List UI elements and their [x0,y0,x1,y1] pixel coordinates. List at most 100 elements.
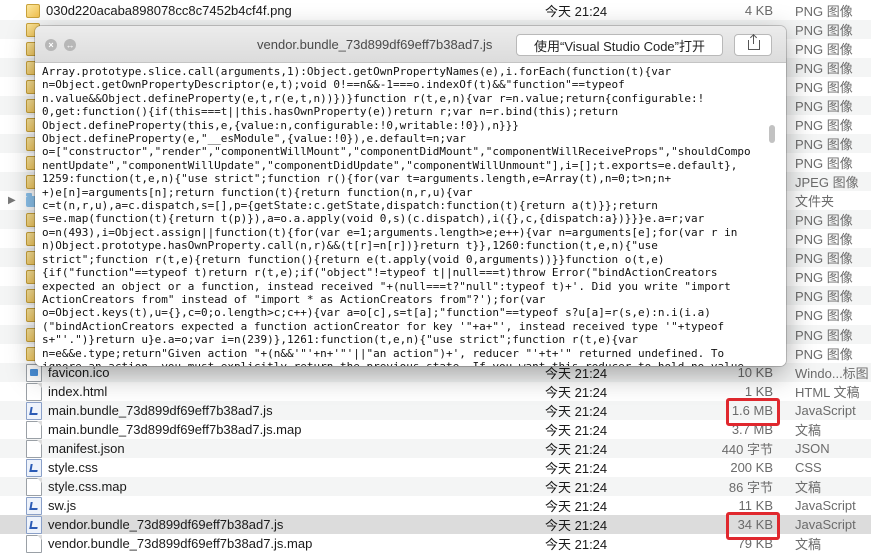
file-kind: PNG 图像 [795,23,853,38]
file-name-cell: style.css [26,458,526,477]
code-line: o=["constructor","render","componentWill… [42,145,751,159]
file-kind: HTML 文稿 [795,385,860,400]
document-file-icon [26,477,42,496]
file-name: manifest.json [48,441,125,456]
file-name: sw.js [48,498,77,513]
close-button[interactable]: × [45,39,57,51]
file-kind: PNG 图像 [795,328,853,343]
close-icon: × [48,40,54,50]
code-line: nentUpdate","componentWillUpdate","compo… [42,158,738,172]
file-kind: PNG 图像 [795,4,853,19]
file-name-cell: index.html [26,382,526,401]
file-name-cell: sw.js [26,496,526,515]
code-line: 0,get:function(){if(this===t||this.hasOw… [42,105,619,119]
file-size: 4 KB [744,3,773,18]
file-kind: PNG 图像 [795,42,853,57]
file-name: style.css.map [48,479,127,494]
expand-icon: ↔ [65,40,75,50]
file-kind: PNG 图像 [795,99,853,114]
code-line: Object.defineProperty(e,"__esModule",{va… [42,132,466,146]
code-line: expected an object or a function, instea… [42,279,731,293]
code-line: strict";function r(t,e){return function(… [42,252,665,266]
file-kind: 文稿 [795,480,822,495]
file-kind: PNG 图像 [795,61,853,76]
file-name: index.html [48,384,108,399]
file-date: 今天 21:24 [545,461,608,476]
file-kind: 文件夹 [795,194,835,209]
size-highlight-main-bundle [726,398,780,426]
code-line: +)e[n]=arguments[n];return function(t){r… [42,185,473,199]
file-date: 今天 21:24 [545,4,608,19]
code-line: Object.defineProperty(this,e,{value:n,co… [42,118,519,132]
file-kind: PNG 图像 [795,213,853,228]
file-name: main.bundle_73d899df69eff7b38ad7.js.map [48,422,302,437]
javascript-file-icon [26,458,42,477]
file-kind: JavaScript [795,517,856,532]
share-button[interactable] [734,34,772,56]
file-name-cell: main.bundle_73d899df69eff7b38ad7.js [26,401,526,420]
code-line: n)Object.prototype.hasOwnProperty.call(n… [42,239,658,253]
code-line: s+"'.")}return u}e.a=o;var i=n(239)},126… [42,333,639,347]
file-kind: PNG 图像 [795,80,853,95]
code-line: n=e&&e.type;return"Given action "+(n&&'"… [42,346,725,360]
document-file-icon [26,534,42,553]
file-row[interactable]: style.css 今天 21:24 200 KB CSS [0,458,871,477]
file-kind: Windo...标图像 [795,366,869,381]
code-line: s=e.map(function(t){return t(p)}),a=o.a.… [42,212,705,226]
file-name-cell: 030d220acaba898078cc8c7452b4cf4f.png [26,1,526,20]
quick-look-content[interactable]: Array.prototype.slice.call(arguments,1):… [35,63,786,366]
fullscreen-button[interactable]: ↔ [64,39,76,51]
open-with-button[interactable]: 使用“Visual Studio Code”打开 [516,34,723,56]
file-kind: JSON [795,441,830,456]
file-name: favicon.ico [48,365,110,380]
file-name: style.css [48,460,98,475]
file-kind: JPEG 图像 [795,175,859,190]
code-line: ignore an action, you must explicitly re… [42,360,766,366]
file-kind: 文稿 [795,423,822,438]
code-line: ("bindActionCreators expected a function… [42,319,725,333]
file-name: main.bundle_73d899df69eff7b38ad7.js [48,403,273,418]
favicon-file-icon [26,363,42,382]
file-size: 86 字节 [728,480,773,495]
file-kind: PNG 图像 [795,347,853,362]
file-name: vendor.bundle_73d899df69eff7b38ad7.js [48,517,284,532]
vertical-scrollbar[interactable] [769,125,775,143]
file-kind: JavaScript [795,498,856,513]
size-highlight-vendor-bundle [726,512,780,540]
code-line: {if("function"==typeof t)return r(t,e);i… [42,266,718,280]
file-row[interactable]: 030d220acaba898078cc8c7452b4cf4f.png 今天 2… [0,1,871,20]
file-size: 440 字节 [721,442,773,457]
file-date: 今天 21:24 [545,423,608,438]
file-kind: PNG 图像 [795,251,853,266]
file-kind: PNG 图像 [795,308,853,323]
file-name: 030d220acaba898078cc8c7452b4cf4f.png [46,3,292,18]
code-line: o=Object.keys(t),u={},c=0;o.length>c;c++… [42,306,711,320]
file-kind: PNG 图像 [795,270,853,285]
file-size: 200 KB [730,460,773,475]
file-kind: CSS [795,460,822,475]
document-file-icon [26,420,42,439]
file-row[interactable]: style.css.map 今天 21:24 86 字节 文稿 [0,477,871,496]
code-preview: Array.prototype.slice.call(arguments,1):… [42,65,766,366]
document-file-icon [26,382,42,401]
file-name-cell: main.bundle_73d899df69eff7b38ad7.js.map [26,420,526,439]
file-name-cell: manifest.json [26,439,526,458]
file-date: 今天 21:24 [545,442,608,457]
file-row[interactable]: manifest.json 今天 21:24 440 字节 JSON [0,439,871,458]
code-line: n.value&&Object.defineProperty(e,t,r(e,t… [42,91,705,105]
file-name: vendor.bundle_73d899df69eff7b38ad7.js.ma… [48,536,313,551]
document-file-icon [26,439,42,458]
file-name-cell: vendor.bundle_73d899df69eff7b38ad7.js [26,515,526,534]
quick-look-window: × ↔ vendor.bundle_73d899df69eff7b38ad7.j… [35,26,786,366]
code-line: n=Object.getOwnPropertyDescriptor(e,t);v… [42,78,625,92]
file-date: 今天 21:24 [545,480,608,495]
file-kind: PNG 图像 [795,118,853,133]
javascript-file-icon [26,401,42,420]
file-date: 今天 21:24 [545,518,608,533]
disclosure-triangle-icon[interactable]: ▶ [8,191,16,210]
javascript-file-icon [26,515,42,534]
file-date: 今天 21:24 [545,499,608,514]
file-kind: PNG 图像 [795,137,853,152]
file-kind: PNG 图像 [795,289,853,304]
share-icon [748,35,760,50]
